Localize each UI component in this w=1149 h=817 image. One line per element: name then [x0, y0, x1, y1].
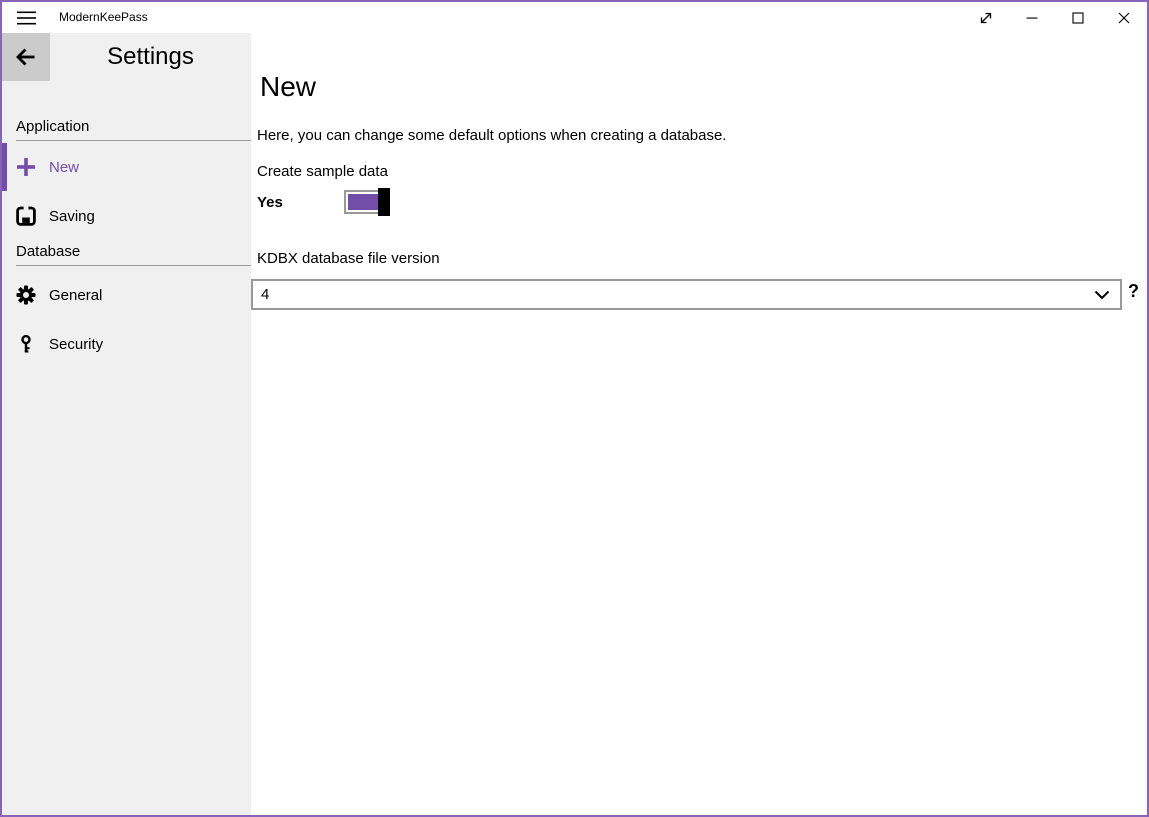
hamburger-icon	[17, 11, 36, 25]
back-button[interactable]	[2, 33, 50, 81]
hamburger-menu-button[interactable]	[2, 2, 50, 33]
back-arrow-icon	[14, 45, 38, 69]
minimize-icon	[1026, 12, 1038, 24]
close-button[interactable]	[1101, 2, 1147, 33]
sidebar-item-label: General	[49, 287, 102, 304]
app-window: ModernKeePass	[0, 0, 1149, 817]
help-button[interactable]: ?	[1128, 281, 1139, 302]
main-content: New Here, you can change some default op…	[251, 33, 1147, 815]
sidebar-item-saving[interactable]: Saving	[2, 192, 251, 240]
sidebar-item-new[interactable]: New	[2, 143, 251, 191]
toggle-thumb[interactable]	[378, 188, 390, 216]
expand-icon	[978, 10, 994, 26]
page-title: New	[260, 71, 316, 103]
toggle-state-label: Yes	[257, 194, 283, 211]
kdbx-version-dropdown[interactable]: 4	[251, 279, 1122, 310]
sidebar-item-security[interactable]: Security	[2, 320, 251, 368]
window-title: ModernKeePass	[59, 2, 148, 33]
dropdown-selected-value: 4	[261, 286, 269, 303]
maximize-button[interactable]	[1055, 2, 1101, 33]
titlebar: ModernKeePass	[2, 2, 1147, 33]
create-sample-label: Create sample data	[257, 163, 388, 180]
selection-indicator	[2, 143, 7, 191]
chevron-down-icon	[1094, 290, 1110, 300]
maximize-icon	[1072, 12, 1084, 24]
fullscreen-button[interactable]	[963, 2, 1009, 33]
description-text: Here, you can change some default option…	[257, 127, 726, 144]
settings-sidebar: Settings Application New	[2, 33, 251, 815]
kdbx-version-label: KDBX database file version	[257, 250, 440, 267]
save-icon	[16, 206, 36, 226]
sidebar-item-label: Security	[49, 336, 103, 353]
create-sample-toggle[interactable]	[344, 190, 390, 214]
plus-icon	[16, 157, 36, 177]
sidebar-item-general[interactable]: General	[2, 271, 251, 319]
settings-title: Settings	[50, 33, 251, 81]
section-header-database: Database	[16, 242, 251, 266]
titlebar-drag-area	[148, 2, 963, 33]
close-icon	[1118, 12, 1130, 24]
sidebar-item-label: Saving	[49, 208, 95, 225]
gear-icon	[16, 285, 36, 305]
sidebar-item-label: New	[49, 159, 79, 176]
section-header-application: Application	[16, 117, 251, 141]
key-icon	[16, 334, 36, 354]
minimize-button[interactable]	[1009, 2, 1055, 33]
